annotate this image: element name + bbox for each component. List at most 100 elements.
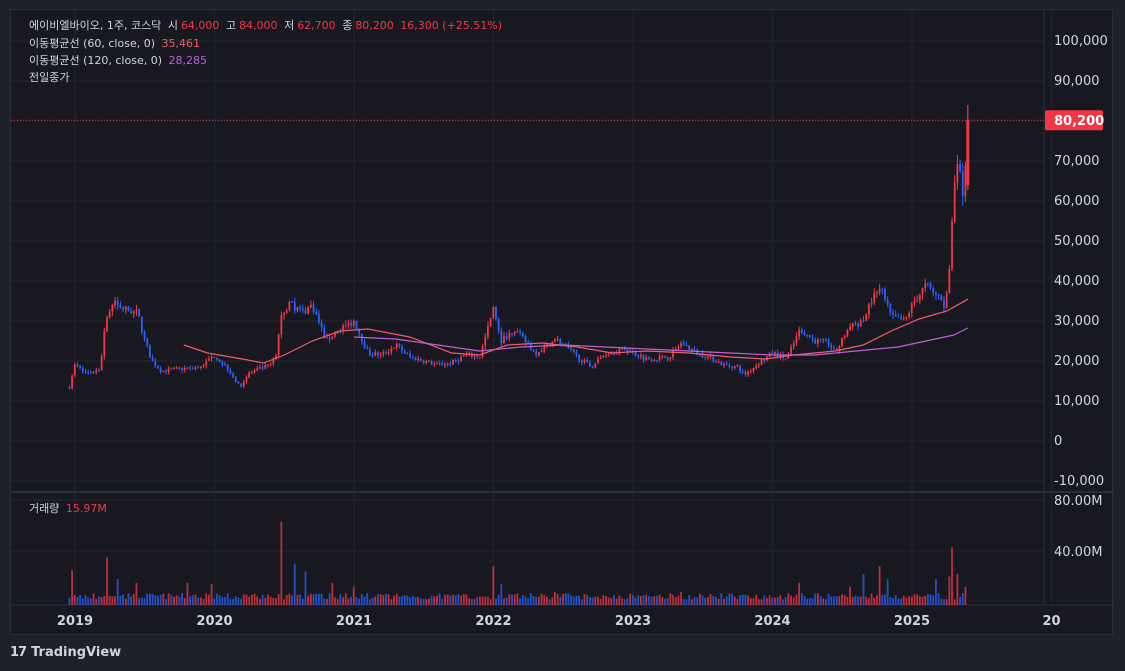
candle-body bbox=[229, 370, 232, 374]
volume-bar bbox=[929, 594, 932, 605]
candle-body bbox=[615, 353, 618, 355]
candle-body bbox=[540, 350, 543, 353]
time-tick-label: 2022 bbox=[475, 614, 511, 629]
brand-name[interactable]: TradingView bbox=[31, 645, 121, 660]
volume-bar bbox=[495, 598, 497, 605]
candle-body bbox=[811, 337, 814, 340]
candle-body bbox=[816, 339, 819, 344]
chart-frame[interactable]: 100,00090,00080,00070,00060,00050,00040,… bbox=[10, 9, 1114, 636]
volume-bar bbox=[626, 598, 629, 605]
candle-body bbox=[763, 359, 766, 361]
volume-bar bbox=[444, 594, 446, 605]
candle-body bbox=[905, 316, 908, 318]
volume-bar bbox=[194, 594, 197, 605]
candle-body bbox=[865, 314, 868, 321]
chart-canvas[interactable]: 100,00090,00080,00070,00060,00050,00040,… bbox=[11, 10, 1114, 636]
volume-bar bbox=[312, 594, 315, 605]
open-label: 시 bbox=[167, 19, 178, 32]
candle-body bbox=[234, 377, 237, 382]
candle-body bbox=[846, 330, 849, 337]
last-candle-body bbox=[966, 120, 970, 185]
volume-bar bbox=[165, 599, 167, 605]
volume-bar bbox=[932, 595, 935, 605]
candle-body bbox=[100, 356, 103, 371]
volume-bar bbox=[73, 595, 76, 605]
volume-bar bbox=[409, 597, 412, 605]
volume-bar bbox=[838, 596, 841, 605]
volume-bar bbox=[519, 598, 522, 605]
candle-body bbox=[945, 293, 948, 309]
tradingview-logo-icon[interactable]: 17 bbox=[10, 645, 27, 660]
candle-body bbox=[221, 361, 224, 365]
candle-body bbox=[688, 345, 691, 350]
candle-body bbox=[170, 368, 173, 370]
candle-body bbox=[481, 345, 484, 357]
candle-body bbox=[208, 358, 210, 361]
candle-body bbox=[537, 352, 540, 356]
volume-bar bbox=[218, 595, 221, 605]
candle-body bbox=[650, 359, 653, 362]
volume-bar bbox=[546, 596, 548, 605]
candle-body bbox=[902, 317, 905, 320]
ma60-legend[interactable]: 이동평균선 (60, close, 0) 35,461 bbox=[29, 36, 203, 52]
candle-body bbox=[162, 370, 165, 373]
volume-bar bbox=[511, 594, 513, 605]
volume-bar bbox=[715, 596, 717, 605]
volume-bar bbox=[186, 582, 189, 605]
candle-body bbox=[674, 348, 677, 350]
volume-bar bbox=[382, 595, 385, 605]
volume-bar bbox=[422, 598, 425, 605]
candle-body bbox=[167, 368, 170, 373]
candle-body bbox=[918, 294, 921, 301]
candle-body bbox=[245, 377, 248, 382]
candle-body bbox=[264, 364, 267, 369]
volume-bar bbox=[849, 586, 851, 605]
candle-body bbox=[159, 368, 162, 373]
candle-body bbox=[350, 322, 353, 326]
volume-bar bbox=[350, 596, 353, 605]
volume-bar bbox=[393, 595, 395, 605]
candle-body bbox=[377, 352, 379, 356]
volume-bar bbox=[554, 591, 556, 605]
candle-body bbox=[232, 373, 234, 378]
symbol-title[interactable]: 에이비엘바이오, 1주, 코스닥 bbox=[29, 19, 161, 32]
volume-bar bbox=[181, 593, 183, 605]
candle-body bbox=[642, 355, 645, 360]
volume-bar bbox=[454, 595, 457, 605]
volume-bar bbox=[774, 597, 776, 605]
candle-body bbox=[320, 322, 323, 328]
candle-body bbox=[961, 171, 964, 197]
candle-body bbox=[731, 366, 733, 369]
prev-close-legend[interactable]: 전일종가 bbox=[29, 70, 72, 86]
volume-bar bbox=[948, 576, 951, 605]
volume-bar bbox=[698, 593, 701, 605]
volume-bar bbox=[132, 593, 135, 605]
volume-bar bbox=[87, 597, 90, 605]
candle-body bbox=[728, 364, 731, 367]
candle-body bbox=[462, 355, 465, 357]
candle-body bbox=[449, 363, 452, 365]
volume-bar bbox=[682, 599, 685, 605]
volume-bar bbox=[822, 598, 825, 605]
volume-bar bbox=[301, 598, 304, 605]
volume-bar bbox=[827, 593, 830, 605]
candle-body bbox=[283, 313, 285, 316]
candle-body bbox=[849, 326, 851, 331]
candle-body bbox=[89, 372, 92, 374]
candle-body bbox=[736, 365, 739, 367]
ma120-legend[interactable]: 이동평균선 (120, close, 0) 28,285 bbox=[29, 53, 210, 69]
volume-bar bbox=[315, 593, 318, 605]
candle-body bbox=[497, 319, 500, 331]
volume-legend[interactable]: 거래량 15.97M bbox=[29, 501, 110, 517]
candle-body bbox=[792, 343, 795, 347]
candle-body bbox=[301, 308, 304, 311]
candle-body bbox=[132, 311, 135, 314]
volume-bar bbox=[272, 597, 275, 605]
candle-body bbox=[744, 371, 747, 375]
volume-bar bbox=[385, 593, 387, 605]
candle-body bbox=[379, 353, 382, 356]
candle-body bbox=[556, 338, 559, 340]
candle-body bbox=[269, 363, 272, 365]
volume-bar bbox=[417, 596, 420, 605]
candle-body bbox=[124, 306, 127, 310]
